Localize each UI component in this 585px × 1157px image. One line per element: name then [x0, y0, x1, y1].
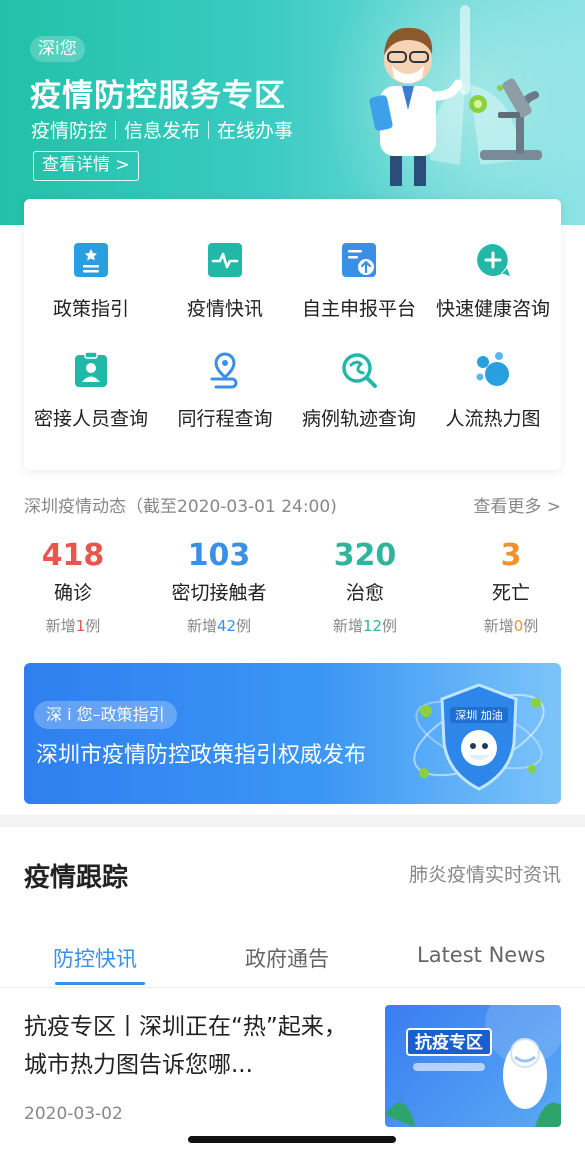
stat-value: 3 [500, 538, 522, 573]
hero-subtitle-item: 疫情防控 [31, 120, 108, 142]
banner-tag: 深 i 您–政策指引 [34, 701, 177, 729]
tracking-subtitle: 肺炎疫情实时资讯 [408, 864, 561, 886]
policy-banner[interactable]: 深 i 您–政策指引 深圳市疫情防控政策指引权威发布 深圳 加油 [24, 663, 561, 804]
stat-value: 103 [187, 538, 251, 573]
stat-cured: 320 治愈 新增12例 [295, 536, 435, 636]
stat-increase: 新增0例 [441, 615, 581, 636]
plus-chat-icon [477, 244, 510, 276]
article-thumbnail-art: 抗疫专区 [385, 1005, 561, 1127]
view-more-link[interactable]: 查看更多 > [473, 492, 561, 517]
increase-suffix: 例 [236, 617, 252, 635]
increase-value: 42 [216, 617, 237, 635]
search-track-icon [342, 353, 377, 388]
view-details-button[interactable]: 查看详情 > [33, 151, 139, 181]
stat-label: 确诊 [53, 582, 92, 604]
increase-suffix: 例 [382, 617, 398, 635]
section-divider [0, 815, 585, 827]
shield-text: 深圳 加油 [455, 708, 503, 722]
service-close-contact-query[interactable]: 密接人员查询 [24, 309, 158, 430]
hero-title: 疫情防控服务专区 [30, 78, 286, 114]
stat-increase: 新增42例 [149, 615, 289, 636]
increase-prefix: 新增 [45, 617, 76, 635]
hero-subtitle: 疫情防控 信息发布 在线办事 [31, 116, 293, 143]
service-health-consult[interactable]: 快速健康咨询 [426, 199, 560, 320]
stats-header: 深圳疫情动态（截至2020-03-01 24:00) [24, 497, 337, 517]
divider [208, 120, 210, 139]
person-badge-icon [75, 351, 107, 387]
service-epidemic-news[interactable]: 疫情快讯 [158, 199, 292, 320]
increase-value: 12 [362, 617, 383, 635]
location-route-icon [210, 352, 238, 389]
service-crowd-heatmap[interactable]: 人流热力图 [426, 309, 560, 430]
stat-label: 密切接触者 [171, 582, 267, 604]
upload-form-icon [342, 243, 376, 277]
policy-doc-icon [74, 243, 108, 277]
stat-confirmed: 418 确诊 新增1例 [3, 536, 143, 636]
service-label: 病例轨迹查询 [301, 408, 416, 430]
home-indicator[interactable] [188, 1136, 396, 1143]
article-title: 抗疫专区丨深圳正在“热”起来，城市热力图告诉您哪... [24, 1014, 347, 1078]
shield-mascot-icon: 深圳 加油 [413, 683, 545, 791]
service-label: 同行程查询 [177, 408, 273, 430]
increase-suffix: 例 [523, 617, 539, 635]
divider [115, 120, 117, 139]
hero-tag: 深i您 [30, 36, 85, 62]
stat-value: 418 [41, 538, 105, 573]
increase-value: 0 [513, 617, 524, 635]
article-date: 2020-03-02 [24, 1104, 123, 1124]
news-article[interactable]: 抗疫专区丨深圳正在“热”起来，城市热力图告诉您哪... 2020-03-02 抗… [0, 988, 585, 1148]
service-same-trip-query[interactable]: 同行程查询 [158, 309, 292, 430]
increase-prefix: 新增 [483, 617, 514, 635]
banner-title: 深圳市疫情防控政策指引权威发布 [36, 743, 367, 768]
service-case-track-query[interactable]: 病例轨迹查询 [292, 309, 426, 430]
hero-subtitle-item: 信息发布 [124, 120, 201, 142]
stat-deaths: 3 死亡 新增0例 [441, 536, 581, 636]
stat-increase: 新增12例 [295, 615, 435, 636]
stat-close-contacts: 103 密切接触者 新增42例 [149, 536, 289, 636]
tab-government-notice[interactable]: 政府通告 [245, 943, 329, 973]
thumbnail-title: 抗疫专区 [415, 1032, 483, 1053]
tab-latest-news[interactable]: Latest News [417, 943, 545, 967]
article-thumbnail: 抗疫专区 [385, 1005, 561, 1127]
doctor-illustration [369, 5, 542, 186]
services-card: 政策指引 疫情快讯 自主申报平台 快速健康咨询 密接人员查询 同行程查询 病例轨… [24, 199, 561, 470]
increase-value: 1 [75, 617, 86, 635]
stat-label: 死亡 [491, 582, 530, 604]
stat-increase: 新增1例 [3, 615, 143, 636]
active-tab-indicator [55, 982, 145, 985]
hero-subtitle-item: 在线办事 [217, 120, 294, 142]
tab-prevention-news[interactable]: 防控快讯 [53, 943, 137, 973]
increase-prefix: 新增 [186, 617, 217, 635]
service-policy-guide[interactable]: 政策指引 [24, 199, 158, 320]
service-label: 人流热力图 [445, 408, 541, 430]
hero-banner: 深i您 疫情防控服务专区 疫情防控 信息发布 在线办事 查看详情 > [0, 0, 585, 225]
increase-prefix: 新增 [332, 617, 363, 635]
service-self-report[interactable]: 自主申报平台 [292, 199, 426, 320]
bubbles-icon [476, 352, 509, 386]
increase-suffix: 例 [85, 617, 101, 635]
service-label: 密接人员查询 [33, 408, 148, 430]
tracking-title: 疫情跟踪 [24, 863, 129, 893]
stat-label: 治愈 [345, 582, 384, 604]
stat-value: 320 [333, 538, 397, 573]
pulse-icon [208, 243, 242, 277]
